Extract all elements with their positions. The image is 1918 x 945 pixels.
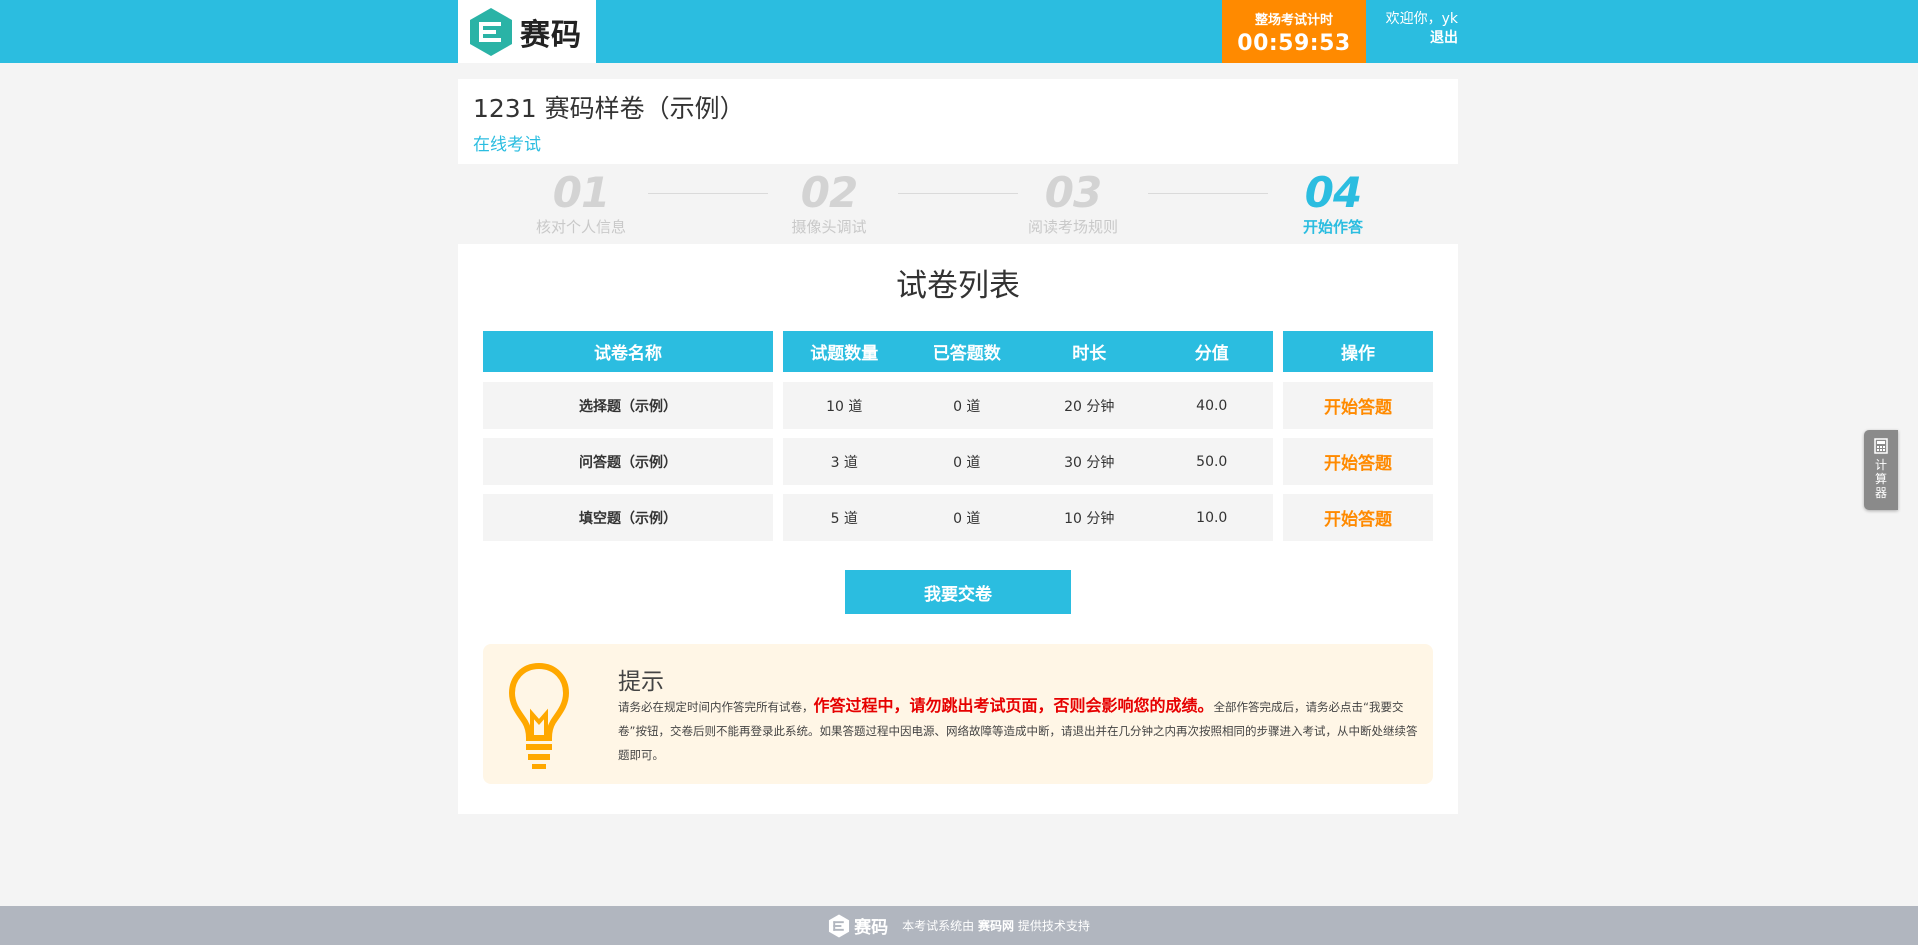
welcome-text: 欢迎你，yk xyxy=(1385,11,1458,27)
calculator-char: 算 xyxy=(1874,472,1887,486)
footer-brand-link[interactable]: 赛码网 xyxy=(978,919,1014,933)
timer-value: 00:59:53 xyxy=(1237,31,1351,56)
top-header-bar: 赛码 整场考试计时 00:59:53 欢迎你，yk 退出 xyxy=(0,0,1918,63)
calculator-label: 计 算 器 xyxy=(1874,458,1888,500)
submit-exam-button[interactable]: 我要交卷 xyxy=(845,570,1071,614)
footer-text: 本考试系统由 赛码网 提供技术支持 xyxy=(902,917,1090,934)
start-answer-button[interactable]: 开始答题 xyxy=(1283,449,1433,474)
step-number: 04 xyxy=(1304,168,1362,217)
lightbulb-icon xyxy=(508,662,570,769)
user-area: 欢迎你，yk 退出 xyxy=(1370,10,1458,48)
column-header-name: 试卷名称 xyxy=(483,331,773,372)
table-row-info: 5 道 0 道 10 分钟 10.0 xyxy=(783,494,1273,541)
score: 10.0 xyxy=(1196,509,1228,526)
logout-link[interactable]: 退出 xyxy=(1370,28,1458,48)
start-answer-button[interactable]: 开始答题 xyxy=(1283,505,1433,530)
step-2: 02 摄像头调试 xyxy=(739,170,919,237)
step-number: 01 xyxy=(552,168,610,217)
step-number: 03 xyxy=(1044,168,1102,217)
exam-title-card: 1231 赛码样卷（示例） 在线考试 xyxy=(458,79,1458,164)
column-header-action: 操作 xyxy=(1283,331,1433,372)
table-row-info: 3 道 0 道 30 分钟 50.0 xyxy=(783,438,1273,485)
table-row-name: 填空题（示例） xyxy=(483,494,773,541)
calculator-button[interactable]: 计 算 器 xyxy=(1864,430,1898,510)
step-number: 02 xyxy=(800,168,858,217)
duration: 10 分钟 xyxy=(1064,510,1115,527)
answered-count: 0 道 xyxy=(953,510,981,527)
exam-type-link[interactable]: 在线考试 xyxy=(473,130,541,155)
table-row-name: 问答题（示例） xyxy=(483,438,773,485)
footer-text-after: 提供技术支持 xyxy=(1017,919,1090,933)
calculator-char: 器 xyxy=(1874,486,1887,500)
column-label: 试题数量 xyxy=(810,344,879,364)
table-row-info: 10 道 0 道 20 分钟 40.0 xyxy=(783,382,1273,429)
site-logo[interactable]: 赛码 xyxy=(458,0,596,63)
table-row-name: 选择题（示例） xyxy=(483,382,773,429)
footer-logo-text: 赛码 xyxy=(854,918,889,938)
paper-name: 填空题（示例） xyxy=(579,510,677,527)
footer: 赛码 本考试系统由 赛码网 提供技术支持 xyxy=(0,906,1918,945)
tip-text: 请务必在规定时间内作答完所有试卷，作答过程中，请勿跳出考试页面，否则会影响您的成… xyxy=(618,694,1418,767)
table-row-action: 开始答题 xyxy=(1283,494,1433,541)
step-label: 摄像头调试 xyxy=(791,218,867,236)
answered-count: 0 道 xyxy=(953,398,981,415)
tip-box: 提示 请务必在规定时间内作答完所有试卷，作答过程中，请勿跳出考试页面，否则会影响… xyxy=(483,644,1433,784)
panel-title: 试卷列表 xyxy=(896,268,1020,304)
step-label: 阅读考场规则 xyxy=(1027,218,1118,236)
saima-logo-icon xyxy=(470,7,512,56)
step-label: 开始作答 xyxy=(1302,218,1363,236)
answered-count: 0 道 xyxy=(953,454,981,471)
question-count: 5 道 xyxy=(830,510,858,527)
step-1: 01 核对个人信息 xyxy=(491,170,671,237)
calculator-char: 计 xyxy=(1874,458,1887,472)
paper-name: 问答题（示例） xyxy=(579,454,677,471)
logo-text: 赛码 xyxy=(520,17,582,53)
step-3: 03 阅读考场规则 xyxy=(983,170,1163,237)
column-label: 分值 xyxy=(1194,344,1229,364)
column-label: 时长 xyxy=(1072,344,1107,364)
question-count: 10 道 xyxy=(826,398,863,415)
score: 40.0 xyxy=(1196,397,1228,414)
column-label: 试卷名称 xyxy=(594,344,662,364)
step-4: 04 开始作答 xyxy=(1243,170,1423,237)
score: 50.0 xyxy=(1196,453,1228,470)
duration: 20 分钟 xyxy=(1064,398,1115,415)
footer-logo: 赛码 xyxy=(828,913,888,938)
column-header-group: 试题数量 已答题数 时长 分值 xyxy=(783,331,1273,372)
tip-title: 提示 xyxy=(618,669,664,695)
step-label: 核对个人信息 xyxy=(535,218,626,236)
paper-list-panel: 试卷列表 试卷名称 试题数量 已答题数 时长 分值 操作 选择题（示例） 10 … xyxy=(458,244,1458,814)
footer-text-before: 本考试系统由 xyxy=(902,919,975,933)
progress-steps: 01 核对个人信息 02 摄像头调试 03 阅读考场规则 04 开始作答 xyxy=(458,164,1458,244)
start-answer-button[interactable]: 开始答题 xyxy=(1283,393,1433,418)
exam-title: 1231 赛码样卷（示例） xyxy=(473,94,745,123)
tip-warning: 作答过程中，请勿跳出考试页面，否则会影响您的成绩。 xyxy=(813,696,1214,715)
table-row-action: 开始答题 xyxy=(1283,438,1433,485)
column-label: 操作 xyxy=(1341,344,1375,364)
calculator-icon xyxy=(1874,438,1888,454)
timer-label: 整场考试计时 xyxy=(1254,13,1333,28)
duration: 30 分钟 xyxy=(1064,454,1115,471)
tip-text-intro: 请务必在规定时间内作答完所有试卷， xyxy=(618,700,814,714)
column-label: 已答题数 xyxy=(932,344,1001,364)
saima-logo-icon xyxy=(829,914,850,937)
exam-timer: 整场考试计时 00:59:53 xyxy=(1222,0,1366,63)
question-count: 3 道 xyxy=(830,454,858,471)
paper-name: 选择题（示例） xyxy=(579,398,677,415)
table-row-action: 开始答题 xyxy=(1283,382,1433,429)
